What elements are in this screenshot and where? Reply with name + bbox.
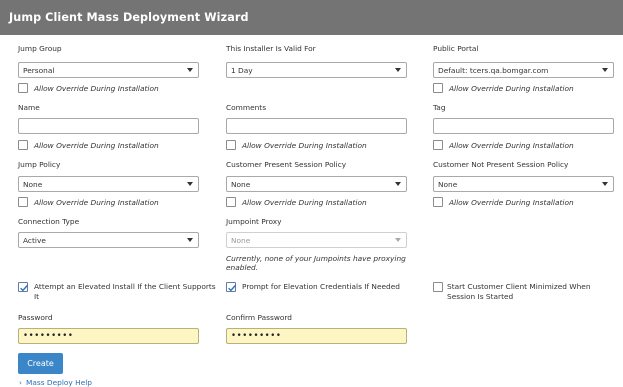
jumpoint-proxy-value: None [231,236,251,245]
comments-override-label: Allow Override During Installation [242,141,367,150]
jump-policy-select[interactable]: None [18,176,199,192]
chevron-down-icon [395,238,401,242]
name-override-checkbox[interactable] [18,140,28,150]
prompt-elevation-checkbox[interactable] [226,282,236,292]
public-portal-value: Default: tcers.qa.bomgar.com [438,66,549,75]
present-policy-select[interactable]: None [226,176,407,192]
tag-input[interactable] [433,118,614,134]
comments-label: Comments [226,103,267,112]
password-label: Password [18,313,53,322]
jumpoint-proxy-note: Currently, none of your Jumpoints have p… [226,254,406,273]
connection-type-label: Connection Type [18,217,80,226]
chevron-down-icon [602,182,608,186]
chevron-down-icon [395,182,401,186]
present-policy-override-checkbox[interactable] [226,197,236,207]
not-present-policy-label: Customer Not Present Session Policy [433,160,569,169]
chevron-down-icon [187,238,193,242]
jumpoint-proxy-select: None [226,232,407,248]
name-input[interactable] [18,118,199,134]
chevron-down-icon [602,68,608,72]
chevron-down-icon [187,182,193,186]
password-value: ••••••••• [23,331,74,341]
public-portal-override-label: Allow Override During Installation [449,84,574,93]
not-present-policy-override-label: Allow Override During Installation [449,198,574,207]
confirm-password-input[interactable]: ••••••••• [226,328,407,344]
jump-group-value: Personal [23,66,55,75]
check-icon [228,284,236,292]
mass-deploy-help-link[interactable]: › Mass Deploy Help [19,378,92,387]
chevron-down-icon [395,68,401,72]
name-override-label: Allow Override During Installation [34,141,159,150]
jump-group-select[interactable]: Personal [18,62,199,78]
present-policy-value: None [231,180,251,189]
not-present-policy-select[interactable]: None [433,176,614,192]
name-label: Name [18,103,40,112]
connection-type-select[interactable]: Active [18,232,199,248]
tag-label: Tag [433,103,446,112]
valid-for-label: This Installer Is Valid For [226,44,316,53]
elevated-install-checkbox[interactable] [18,282,28,292]
mass-deploy-help-label: Mass Deploy Help [25,378,93,387]
jump-group-override-label: Allow Override During Installation [34,84,159,93]
jump-policy-label: Jump Policy [18,160,61,169]
jump-policy-override-label: Allow Override During Installation [34,198,159,207]
not-present-policy-override-checkbox[interactable] [433,197,443,207]
comments-input[interactable] [226,118,407,134]
jumpoint-proxy-label: Jumpoint Proxy [226,217,282,226]
jump-policy-override-checkbox[interactable] [18,197,28,207]
prompt-elevation-label: Prompt for Elevation Credentials If Need… [242,282,400,291]
tag-override-checkbox[interactable] [433,140,443,150]
start-minimized-label: Start Customer Client Minimized When Ses… [447,282,591,301]
wizard-header: Jump Client Mass Deployment Wizard [0,0,623,35]
valid-for-select[interactable]: 1 Day [226,62,407,78]
valid-for-value: 1 Day [231,66,253,75]
comments-override-checkbox[interactable] [226,140,236,150]
present-policy-label: Customer Present Session Policy [226,160,347,169]
confirm-password-value: ••••••••• [231,331,282,341]
check-icon [20,284,28,292]
present-policy-override-label: Allow Override During Installation [242,198,367,207]
elevated-install-label: Attempt an Elevated Install If the Clien… [34,282,216,301]
create-button[interactable]: Create [18,353,63,374]
tag-override-label: Allow Override During Installation [449,141,574,150]
jump-group-label: Jump Group [18,44,62,53]
chevron-right-icon: › [19,378,22,387]
jump-policy-value: None [23,180,43,189]
password-input[interactable]: ••••••••• [18,328,199,344]
jump-group-override-checkbox[interactable] [18,83,28,93]
not-present-policy-value: None [438,180,458,189]
chevron-down-icon [187,68,193,72]
connection-type-value: Active [23,236,46,245]
public-portal-label: Public Portal [433,44,479,53]
confirm-password-label: Confirm Password [226,313,292,322]
public-portal-override-checkbox[interactable] [433,83,443,93]
page-title: Jump Client Mass Deployment Wizard [9,11,249,24]
start-minimized-checkbox[interactable] [433,282,443,292]
public-portal-select[interactable]: Default: tcers.qa.bomgar.com [433,62,614,78]
